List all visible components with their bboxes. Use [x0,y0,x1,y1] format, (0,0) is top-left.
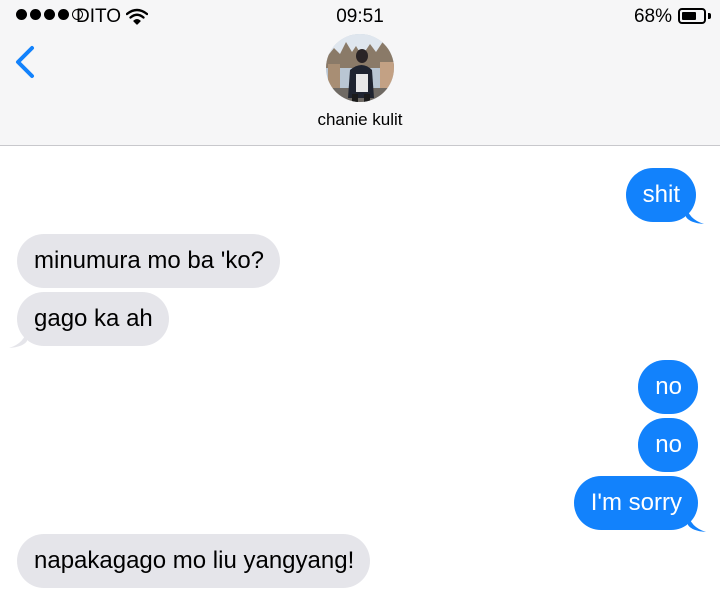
message-text: I'm sorry [573,476,698,530]
message-bubble-received[interactable]: minumura mo ba 'ko? [17,234,281,288]
status-bar: DITO 09:51 68% [0,0,720,34]
status-time: 09:51 [336,6,384,27]
bubble-tail-icon [686,205,704,224]
message-thread[interactable]: shit minumura mo ba 'ko? gago ka ah no n… [0,146,720,612]
message-text: gago ka ah [17,292,169,346]
battery-percentage: 68% [633,6,672,27]
message-text: no [638,418,698,472]
message-bubble-received[interactable]: napakagago mo liu yangyang! [17,534,371,588]
contact-avatar[interactable] [326,34,394,102]
message-text: napakagago mo liu yangyang! [17,534,371,588]
contact-name[interactable]: chanie kulit [0,110,720,130]
message-bubble-sent[interactable]: no [638,418,698,472]
chevron-left-icon [16,46,34,78]
conversation-header: DITO 09:51 68% chanie kulit [0,0,720,146]
message-bubble-sent[interactable]: shit [625,168,704,224]
battery-icon [678,8,706,24]
back-button[interactable] [8,40,48,84]
message-bubble-sent[interactable]: no [638,360,698,414]
bubble-tail-icon [688,513,706,532]
contact-photo [326,34,394,102]
message-text: minumura mo ba 'ko? [17,234,281,288]
message-bubble-sent[interactable]: I'm sorry [573,476,706,532]
message-bubble-received[interactable]: gago ka ah [9,292,169,348]
bubble-tail-icon [9,329,27,348]
message-text: no [638,360,698,414]
